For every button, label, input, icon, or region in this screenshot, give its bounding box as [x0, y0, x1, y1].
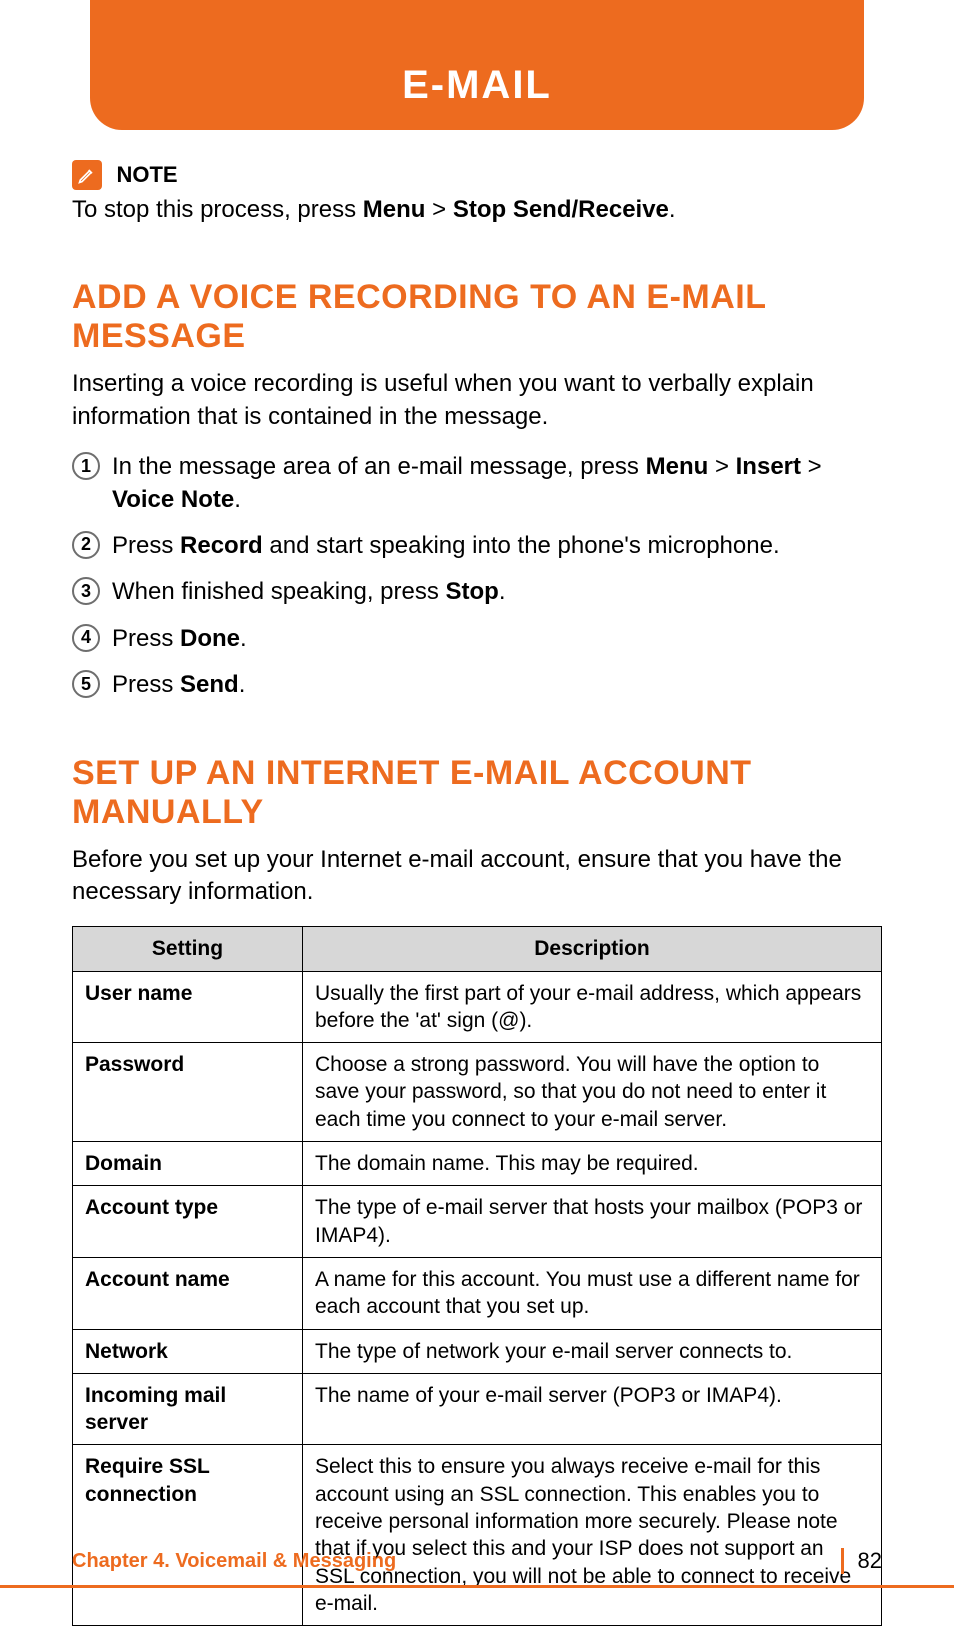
note-gt: > — [425, 196, 452, 223]
page-title: E-MAIL — [402, 63, 552, 108]
bottom-rule — [0, 1585, 954, 1588]
note-text-pre: To stop this process, press — [72, 196, 363, 223]
text: . — [239, 671, 246, 698]
step-text: In the message area of an e-mail message… — [112, 451, 882, 516]
table-row: Account nameA name for this account. You… — [73, 1257, 882, 1329]
cell-description: The name of your e-mail server (POP3 or … — [303, 1373, 882, 1445]
cell-description: Choose a strong password. You will have … — [303, 1043, 882, 1142]
step-4: 4 Press Done. — [72, 623, 882, 655]
step-1: 1 In the message area of an e-mail messa… — [72, 451, 882, 516]
step-number: 3 — [72, 577, 100, 605]
step-5: 5 Press Send. — [72, 669, 882, 701]
cell-setting: Incoming mail server — [73, 1373, 303, 1445]
cell-description: The domain name. This may be required. — [303, 1142, 882, 1186]
note-period: . — [669, 196, 676, 223]
step-number: 1 — [72, 452, 100, 480]
text: Press — [112, 671, 180, 698]
note-text: To stop this process, press Menu > Stop … — [72, 194, 882, 226]
text: and start speaking into the phone's micr… — [263, 532, 780, 559]
footer: Chapter 4. Voicemail & Messaging 82 — [72, 1548, 882, 1574]
step-number: 2 — [72, 531, 100, 559]
cell-setting: Account name — [73, 1257, 303, 1329]
pencil-icon — [72, 160, 102, 190]
page: E-MAIL NOTE To stop this process, press … — [0, 0, 954, 1622]
step-3: 3 When finished speaking, press Stop. — [72, 576, 882, 608]
cell-description: The type of network your e-mail server c… — [303, 1329, 882, 1373]
text-bold: Voice Note — [112, 486, 234, 513]
text-bold: Record — [180, 532, 263, 559]
note-stop: Stop Send/Receive — [453, 196, 669, 223]
section1-steps: 1 In the message area of an e-mail messa… — [72, 451, 882, 701]
page-number: 82 — [858, 1548, 882, 1574]
text-bold: Done — [180, 625, 240, 652]
text: Press — [112, 625, 180, 652]
cell-description: Usually the first part of your e-mail ad… — [303, 971, 882, 1043]
cell-setting: Network — [73, 1329, 303, 1373]
cell-setting: User name — [73, 971, 303, 1043]
text: . — [240, 625, 247, 652]
note-menu: Menu — [363, 196, 426, 223]
text-bold: Send — [180, 671, 239, 698]
text: Press — [112, 532, 180, 559]
cell-setting: Password — [73, 1043, 303, 1142]
table-row: Account typeThe type of e-mail server th… — [73, 1186, 882, 1258]
content: NOTE To stop this process, press Menu > … — [72, 160, 882, 1626]
cell-setting: Require SSL connection — [73, 1445, 303, 1626]
cell-setting: Account type — [73, 1186, 303, 1258]
text: > — [801, 453, 822, 480]
step-text: Press Done. — [112, 623, 247, 655]
cell-description: A name for this account. You must use a … — [303, 1257, 882, 1329]
text: . — [234, 486, 241, 513]
text-bold: Menu — [646, 453, 709, 480]
step-number: 5 — [72, 670, 100, 698]
table-row: DomainThe domain name. This may be requi… — [73, 1142, 882, 1186]
section2-intro: Before you set up your Internet e-mail a… — [72, 844, 882, 909]
text-bold: Stop — [446, 578, 499, 605]
step-text: Press Record and start speaking into the… — [112, 530, 780, 562]
text-bold: Insert — [736, 453, 801, 480]
table-row: NetworkThe type of network your e-mail s… — [73, 1329, 882, 1373]
text: > — [708, 453, 735, 480]
step-2: 2 Press Record and start speaking into t… — [72, 530, 882, 562]
divider-icon — [841, 1548, 844, 1574]
page-number-group: 82 — [841, 1548, 882, 1574]
step-text: Press Send. — [112, 669, 245, 701]
text: . — [499, 578, 506, 605]
section1-intro: Inserting a voice recording is useful wh… — [72, 368, 882, 433]
note-label: NOTE — [116, 162, 177, 187]
text: In the message area of an e-mail message… — [112, 453, 646, 480]
note-block: NOTE To stop this process, press Menu > … — [72, 160, 882, 226]
th-description: Description — [303, 927, 882, 971]
table-row: PasswordChoose a strong password. You wi… — [73, 1043, 882, 1142]
th-setting: Setting — [73, 927, 303, 971]
step-number: 4 — [72, 624, 100, 652]
table-row: Incoming mail serverThe name of your e-m… — [73, 1373, 882, 1445]
text: When finished speaking, press — [112, 578, 446, 605]
table-header-row: Setting Description — [73, 927, 882, 971]
table-row: Require SSL connectionSelect this to ens… — [73, 1445, 882, 1626]
step-text: When finished speaking, press Stop. — [112, 576, 506, 608]
table-row: User nameUsually the first part of your … — [73, 971, 882, 1043]
cell-description: The type of e-mail server that hosts you… — [303, 1186, 882, 1258]
cell-description: Select this to ensure you always receive… — [303, 1445, 882, 1626]
section2-title: SET UP AN INTERNET E-MAIL ACCOUNT MANUAL… — [72, 754, 882, 832]
settings-table: Setting Description User nameUsually the… — [72, 926, 882, 1626]
section1-title: ADD A VOICE RECORDING TO AN E-MAIL MESSA… — [72, 278, 882, 356]
cell-setting: Domain — [73, 1142, 303, 1186]
header-tab: E-MAIL — [90, 0, 864, 130]
chapter-label: Chapter 4. Voicemail & Messaging — [72, 1550, 396, 1573]
